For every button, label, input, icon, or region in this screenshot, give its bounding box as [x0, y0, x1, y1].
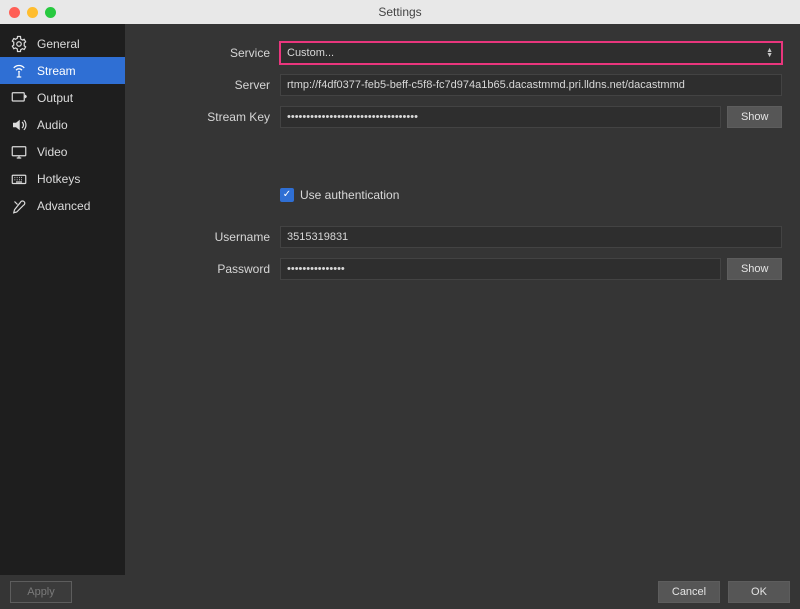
keyboard-icon [9, 169, 29, 189]
server-label: Server [125, 78, 280, 92]
sidebar-item-output[interactable]: Output [0, 84, 125, 111]
updown-icon: ▲▼ [766, 48, 775, 58]
password-label: Password [125, 262, 280, 276]
username-label: Username [125, 230, 280, 244]
service-select-value: Custom... [287, 47, 334, 59]
ok-button[interactable]: OK [728, 581, 790, 603]
sidebar-item-label: Audio [37, 118, 68, 132]
window-close-button[interactable] [9, 7, 20, 18]
speaker-icon [9, 115, 29, 135]
monitor-icon [9, 142, 29, 162]
use-auth-checkbox[interactable]: ✓ [280, 188, 294, 202]
service-select[interactable]: Custom... ▲▼ [280, 42, 782, 64]
monitor-arrow-icon [9, 88, 29, 108]
use-auth-label: Use authentication [300, 188, 399, 202]
show-password-button[interactable]: Show [727, 258, 782, 280]
server-input[interactable] [280, 74, 782, 96]
service-label: Service [125, 46, 280, 60]
sidebar-item-label: Hotkeys [37, 172, 80, 186]
sidebar-item-general[interactable]: General [0, 30, 125, 57]
window-zoom-button[interactable] [45, 7, 56, 18]
sidebar-item-label: Video [37, 145, 67, 159]
footer: Apply Cancel OK [0, 575, 800, 609]
streamkey-input[interactable] [280, 106, 721, 128]
sidebar: General Stream Output Audio Video [0, 24, 125, 575]
cancel-button[interactable]: Cancel [658, 581, 720, 603]
window-title: Settings [0, 5, 800, 19]
sidebar-item-label: Stream [37, 64, 76, 78]
apply-button[interactable]: Apply [10, 581, 72, 603]
password-input[interactable] [280, 258, 721, 280]
sidebar-item-advanced[interactable]: Advanced [0, 192, 125, 219]
sidebar-item-video[interactable]: Video [0, 138, 125, 165]
antenna-icon [9, 61, 29, 81]
show-streamkey-button[interactable]: Show [727, 106, 782, 128]
sidebar-item-label: Advanced [37, 199, 90, 213]
gear-icon [9, 34, 29, 54]
stream-settings-panel: Service Custom... ▲▼ Server Stream Key S… [125, 24, 800, 575]
tools-icon [9, 196, 29, 216]
sidebar-item-audio[interactable]: Audio [0, 111, 125, 138]
sidebar-item-stream[interactable]: Stream [0, 57, 125, 84]
streamkey-label: Stream Key [125, 110, 280, 124]
sidebar-item-hotkeys[interactable]: Hotkeys [0, 165, 125, 192]
sidebar-item-label: Output [37, 91, 73, 105]
window-minimize-button[interactable] [27, 7, 38, 18]
sidebar-item-label: General [37, 37, 80, 51]
username-input[interactable] [280, 226, 782, 248]
titlebar: Settings [0, 0, 800, 24]
